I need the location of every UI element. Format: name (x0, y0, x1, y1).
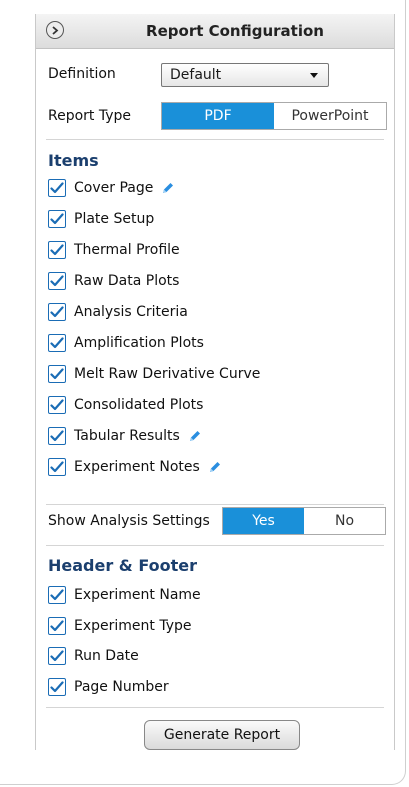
checkbox-label: Thermal Profile (74, 242, 180, 258)
pencil-edit-icon[interactable] (188, 429, 202, 443)
checkbox-row[interactable]: Cover Page (48, 177, 175, 199)
analysis-settings-yes-option[interactable]: Yes (223, 508, 304, 534)
divider (46, 545, 384, 546)
checkbox-row[interactable]: Experiment Name (48, 584, 201, 606)
panel-header: Report Configuration (36, 14, 394, 49)
checkbox[interactable] (48, 677, 66, 696)
checkbox[interactable] (48, 396, 66, 414)
divider (46, 504, 384, 505)
checkbox-label: Experiment Name (74, 587, 201, 603)
checkbox-label: Run Date (74, 648, 139, 664)
checkbox-row[interactable]: Consolidated Plots (48, 394, 203, 416)
checkbox[interactable] (48, 179, 66, 197)
checkbox[interactable] (48, 334, 66, 352)
checkbox[interactable] (48, 241, 66, 259)
checkbox[interactable] (48, 427, 66, 445)
checkbox-label: Page Number (74, 678, 169, 695)
checkbox-row[interactable]: Melt Raw Derivative Curve (48, 363, 260, 385)
analysis-settings-no-option[interactable]: No (304, 508, 385, 534)
checkbox-row[interactable]: Raw Data Plots (48, 270, 179, 292)
divider (46, 707, 384, 708)
checkbox-row[interactable]: Run Date (48, 645, 139, 667)
report-type-pdf-option[interactable]: PDF (162, 103, 274, 129)
report-type-toggle: PDF PowerPoint (161, 102, 387, 130)
definition-select[interactable]: Default (161, 63, 329, 87)
checkbox[interactable] (48, 616, 66, 635)
checkbox-row[interactable]: Experiment Notes (48, 456, 222, 478)
checkbox[interactable] (48, 458, 66, 476)
checkbox[interactable] (48, 647, 66, 665)
dropdown-arrow-icon (310, 73, 318, 78)
checkbox-label: Tabular Results (74, 428, 180, 444)
generate-report-button[interactable]: Generate Report (144, 720, 300, 750)
pencil-edit-icon[interactable] (208, 460, 222, 474)
panel-title: Report Configuration (146, 22, 324, 40)
checkbox-row[interactable]: Plate Setup (48, 208, 154, 230)
checkbox-label: Experiment Notes (74, 459, 200, 475)
checkbox-row[interactable]: Amplification Plots (48, 332, 204, 354)
checkbox-row[interactable]: Experiment Type (48, 615, 192, 637)
pencil-edit-icon[interactable] (161, 181, 175, 195)
chevron-right-circle-icon[interactable] (46, 21, 64, 39)
checkbox-row[interactable]: Tabular Results (48, 425, 202, 447)
definition-selected-value: Default (170, 67, 222, 83)
checkbox-label: Consolidated Plots (74, 397, 204, 413)
checkbox-label: Raw Data Plots (74, 273, 180, 289)
checkbox-label: Plate Setup (74, 211, 155, 227)
report-configuration-panel: Report Configuration Definition Default … (35, 14, 395, 750)
checkbox-row[interactable]: Thermal Profile (48, 239, 180, 261)
checkbox[interactable] (48, 303, 66, 321)
checkbox-label: Experiment Type (74, 617, 192, 634)
checkbox[interactable] (48, 210, 66, 228)
checkbox[interactable] (48, 365, 66, 383)
checkbox-label: Analysis Criteria (74, 304, 188, 320)
items-section-title: Items (48, 151, 99, 170)
show-analysis-settings-toggle: Yes No (222, 507, 386, 535)
header-footer-section-title: Header & Footer (48, 556, 197, 575)
definition-label: Definition (48, 66, 116, 82)
report-type-label: Report Type (48, 108, 132, 124)
checkbox-label: Melt Raw Derivative Curve (74, 366, 261, 382)
show-analysis-settings-label: Show Analysis Settings (48, 513, 210, 529)
checkbox-label: Amplification Plots (74, 335, 204, 351)
divider (46, 139, 384, 140)
checkbox-row[interactable]: Page Number (48, 676, 169, 698)
checkbox-label: Cover Page (74, 180, 154, 196)
checkbox[interactable] (48, 272, 66, 290)
checkbox[interactable] (48, 586, 66, 604)
checkbox-row[interactable]: Analysis Criteria (48, 301, 188, 323)
report-type-powerpoint-option[interactable]: PowerPoint (274, 103, 386, 129)
